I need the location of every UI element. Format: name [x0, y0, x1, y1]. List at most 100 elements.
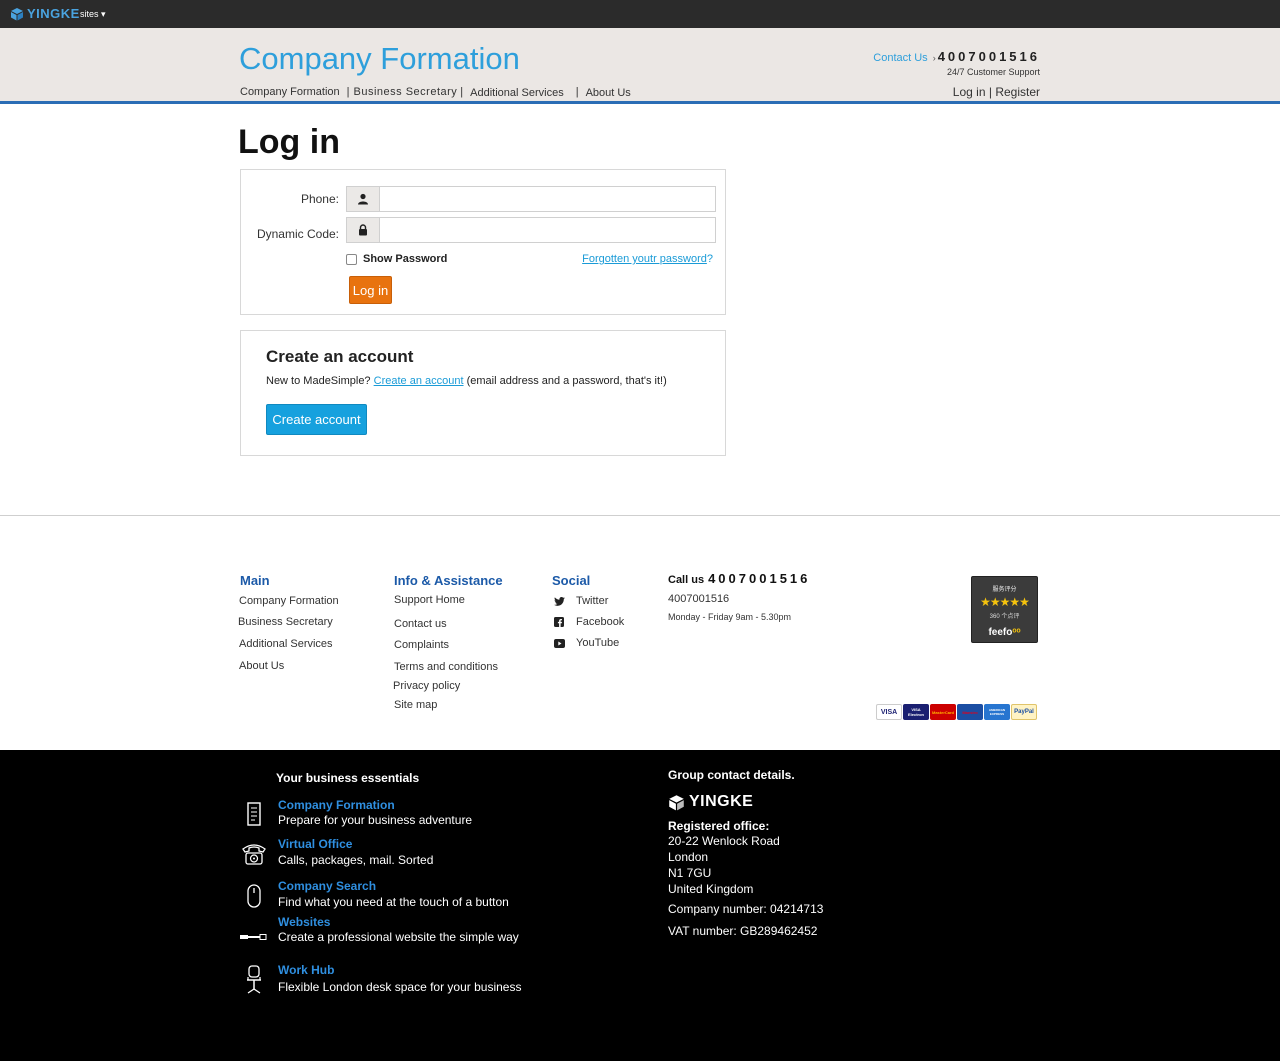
- document-icon: [240, 802, 268, 826]
- business-item-desc: Create a professional website the simple…: [278, 930, 519, 944]
- dynamic-code-input[interactable]: [380, 218, 715, 242]
- office-chair-icon: [240, 965, 268, 995]
- code-row: Dynamic Code:: [241, 217, 727, 243]
- maestro-card-icon: Maestro: [957, 704, 983, 720]
- show-password-checkbox[interactable]: [346, 253, 357, 265]
- page-title: Log in: [238, 123, 340, 161]
- chevron-right-icon: ›: [932, 53, 936, 63]
- call-us-label: Call us: [668, 574, 705, 586]
- create-account-button[interactable]: Create account: [266, 404, 367, 435]
- youtube-icon: [552, 638, 566, 648]
- mouse-icon: [240, 884, 268, 908]
- header-phone: 4007001516: [937, 49, 1040, 64]
- footer-link-additional-services[interactable]: Additional Services: [239, 638, 339, 650]
- nav-about-us[interactable]: About Us: [586, 87, 631, 99]
- mastercard-card-icon: MasterCard: [930, 704, 956, 720]
- call-us-number: 4007001516: [708, 571, 811, 586]
- create-account-text: New to MadeSimple? Create an account (em…: [266, 375, 667, 387]
- footer-link-about-us[interactable]: About Us: [239, 660, 339, 672]
- footer-link-terms[interactable]: Terms and conditions: [394, 661, 503, 673]
- show-password-label[interactable]: Show Password: [363, 253, 447, 265]
- logo-text: YINGKE: [27, 6, 80, 21]
- social-youtube[interactable]: YouTube: [552, 637, 624, 649]
- visa-electron-card-icon: VISA Electron: [903, 704, 929, 720]
- header-login-link[interactable]: Log in: [953, 85, 986, 99]
- feefo-review-count: 360 个点评: [989, 614, 1020, 620]
- main-nav: Company Formation | Business Secretary |…: [240, 86, 631, 99]
- nav-company-formation[interactable]: Company Formation: [240, 86, 340, 99]
- footer-link-site-map[interactable]: Site map: [394, 699, 503, 711]
- phone-row: Phone:: [241, 186, 727, 212]
- address-line: United Kingdom: [668, 882, 754, 896]
- star-rating-icon: ★★★★★: [980, 595, 1030, 609]
- group-logo-text: YINGKE: [689, 793, 754, 810]
- show-password-row: Show Password: [346, 253, 447, 265]
- social-facebook-label: Facebook: [576, 616, 625, 628]
- contact-us-link[interactable]: Contact Us: [873, 52, 927, 64]
- footer-link-company-formation[interactable]: Company Formation: [239, 595, 339, 607]
- forgot-password-link[interactable]: Forgotten youtr password: [582, 253, 707, 265]
- business-item-title[interactable]: Work Hub: [278, 963, 334, 977]
- business-item-desc: Flexible London desk space for your busi…: [278, 980, 522, 994]
- auth-links: Log in | Register: [953, 85, 1040, 99]
- company-number: Company number: 04214713: [668, 902, 824, 916]
- login-button[interactable]: Log in: [349, 276, 392, 304]
- address-line: 20-22 Wenlock Road: [668, 834, 780, 848]
- visa-card-icon: VISA: [876, 704, 902, 720]
- usb-cable-icon: [240, 934, 268, 940]
- forgot-question: ?: [706, 253, 713, 265]
- create-account-title: Create an account: [266, 347, 414, 366]
- nav-business-secretary[interactable]: Business Secretary: [354, 86, 458, 99]
- footer-link-contact-us[interactable]: Contact us: [394, 618, 503, 630]
- phone-input-group: [346, 186, 716, 212]
- top-bar: YINGKE sites ▾: [0, 0, 1280, 28]
- footer-main-title: Main: [240, 573, 270, 588]
- telephone-icon: [240, 843, 268, 865]
- vat-number: VAT number: GB289462452: [668, 924, 818, 938]
- social-twitter[interactable]: Twitter: [552, 595, 624, 607]
- login-form: Phone: Dynamic Code: Show Password Forgo…: [240, 169, 726, 315]
- facebook-icon: [552, 617, 566, 627]
- dynamic-code-label: Dynamic Code:: [256, 227, 339, 241]
- footer-link-business-secretary[interactable]: Business Secretary: [238, 616, 339, 628]
- cube-logo-icon: [11, 7, 23, 20]
- phone-input[interactable]: [380, 187, 715, 211]
- footer-info-title: Info & Assistance: [394, 573, 503, 588]
- yingke-logo[interactable]: YINGKE: [10, 6, 80, 21]
- social-facebook[interactable]: Facebook: [552, 616, 624, 628]
- group-contact-details: Group contact details. YINGKE Registered…: [668, 768, 823, 938]
- business-item-title[interactable]: Company Search: [278, 879, 376, 893]
- forgot-password: Forgotten youtr password?: [582, 253, 713, 265]
- feefo-logo: feefoᵒᵒ: [988, 627, 1021, 638]
- footer-link-privacy[interactable]: Privacy policy: [393, 680, 503, 692]
- address-line: London: [668, 850, 709, 864]
- nav-additional-services[interactable]: Additional Services: [470, 87, 564, 99]
- footer-link-complaints[interactable]: Complaints: [394, 639, 503, 651]
- create-account-panel: Create an account New to MadeSimple? Cre…: [240, 330, 726, 456]
- business-item-title[interactable]: Company Formation: [278, 798, 395, 812]
- opening-hours: Monday - Friday 9am - 5.30pm: [668, 612, 792, 622]
- nav-separator: |: [346, 86, 350, 98]
- brand-title[interactable]: Company Formation: [239, 41, 520, 77]
- business-item-title[interactable]: Websites: [278, 915, 330, 929]
- business-item-desc: Calls, packages, mail. Sorted: [278, 853, 434, 867]
- create-account-link[interactable]: Create an account: [374, 375, 464, 387]
- user-icon: [347, 187, 380, 211]
- twitter-icon: [552, 596, 566, 606]
- support-text: 24/7 Customer Support: [946, 67, 1040, 77]
- create-text-after: (email address and a password, that's it…: [466, 375, 667, 387]
- group-contact-title: Group contact details.: [668, 768, 795, 782]
- feefo-rating-label: 服务评分: [992, 587, 1017, 593]
- feefo-rating-badge[interactable]: 服务评分 ★★★★★ 360 个点评 feefoᵒᵒ: [971, 576, 1038, 643]
- sites-dropdown[interactable]: sites ▾: [80, 9, 106, 20]
- call-number-plain: 4007001516: [668, 593, 730, 605]
- social-twitter-label: Twitter: [576, 595, 609, 607]
- footer-main-column: Main Company Formation Business Secretar…: [238, 573, 339, 672]
- registered-office-label: Registered office:: [668, 819, 770, 833]
- phone-label: Phone:: [300, 192, 339, 206]
- paypal-card-icon: PayPal: [1011, 704, 1037, 720]
- header-register-link[interactable]: Register: [995, 85, 1040, 99]
- payment-cards: VISA VISA Electron MasterCard Maestro AM…: [876, 704, 1037, 720]
- footer-link-support-home[interactable]: Support Home: [394, 594, 503, 606]
- business-item-title[interactable]: Virtual Office: [278, 837, 352, 851]
